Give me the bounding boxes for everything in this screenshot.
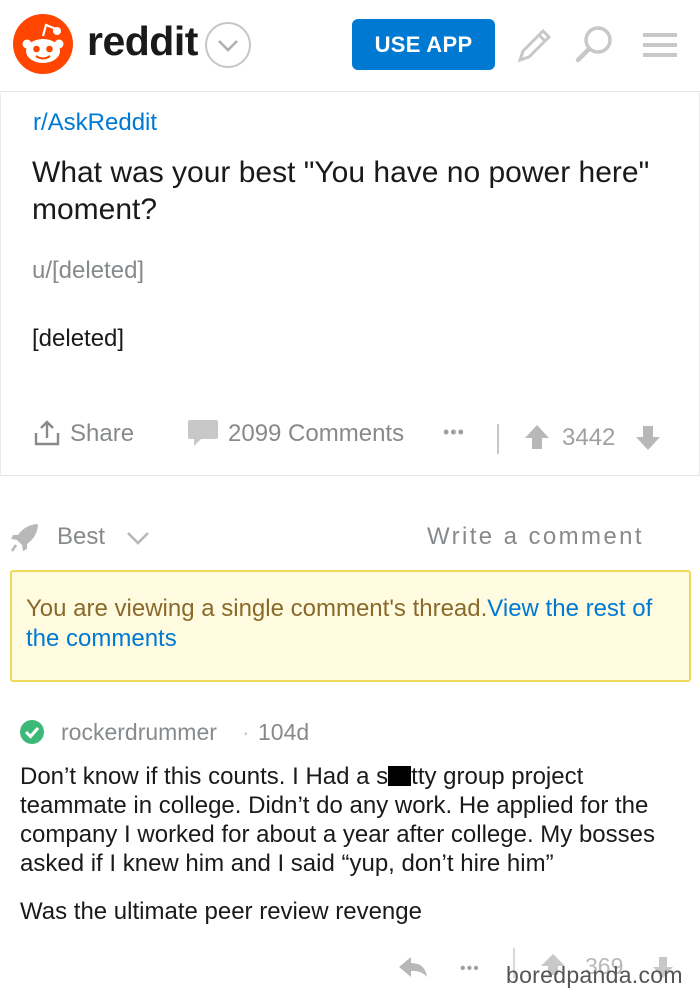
upvote-icon[interactable] — [523, 423, 551, 458]
snoo-logo-icon[interactable] — [13, 14, 73, 74]
comment-bubble-icon[interactable] — [186, 417, 220, 456]
rocket-icon[interactable] — [9, 521, 41, 558]
comment-author[interactable]: rockerdrummer — [61, 719, 217, 746]
divider — [497, 424, 499, 454]
search-icon[interactable] — [572, 22, 618, 68]
verified-check-icon — [20, 720, 44, 744]
notice-text: You are viewing a single comment's threa… — [26, 595, 488, 622]
post-author[interactable]: u/[deleted] — [32, 257, 144, 285]
comment-sort-bar: Best Write a comment — [0, 510, 700, 564]
subreddit-link[interactable]: r/AskReddit — [33, 109, 157, 137]
comment-body-paragraph: Was the ultimate peer review revenge — [20, 898, 422, 925]
chevron-down-icon[interactable] — [205, 22, 251, 68]
comment-more-button[interactable]: ••• — [460, 960, 480, 978]
comments-count-button[interactable]: 2099 Comments — [228, 420, 404, 448]
hamburger-menu-icon[interactable] — [638, 22, 684, 68]
share-button[interactable]: Share — [70, 420, 134, 448]
use-app-button[interactable]: USE APP — [352, 19, 495, 70]
comment-age: 104d — [258, 719, 310, 745]
top-bar: reddit USE APP — [0, 0, 700, 92]
pencil-icon[interactable] — [512, 22, 558, 68]
sort-dropdown[interactable]: Best — [57, 523, 105, 551]
more-options-button[interactable]: ••• — [443, 422, 465, 443]
reply-icon[interactable] — [397, 955, 429, 986]
reddit-wordmark[interactable]: reddit — [87, 18, 198, 65]
censor-bar — [388, 766, 412, 786]
post-body: [deleted] — [32, 325, 125, 352]
write-comment-button[interactable]: Write a comment — [427, 523, 644, 551]
single-thread-notice: You are viewing a single comment's threa… — [10, 570, 691, 682]
post-score: 3442 — [562, 424, 616, 451]
comment-body: Don’t know if this counts. I Had a s tty … — [20, 763, 655, 877]
separator-dot: · — [242, 719, 250, 745]
boredpanda-watermark: boredpanda.com — [506, 962, 683, 988]
post-actions: Share 2099 Comments ••• 3442 — [0, 410, 700, 460]
downvote-icon[interactable] — [634, 424, 662, 459]
chevron-down-icon[interactable] — [125, 530, 151, 551]
share-icon[interactable] — [33, 418, 61, 455]
post-title[interactable]: What was your best "You have no power he… — [32, 154, 682, 228]
